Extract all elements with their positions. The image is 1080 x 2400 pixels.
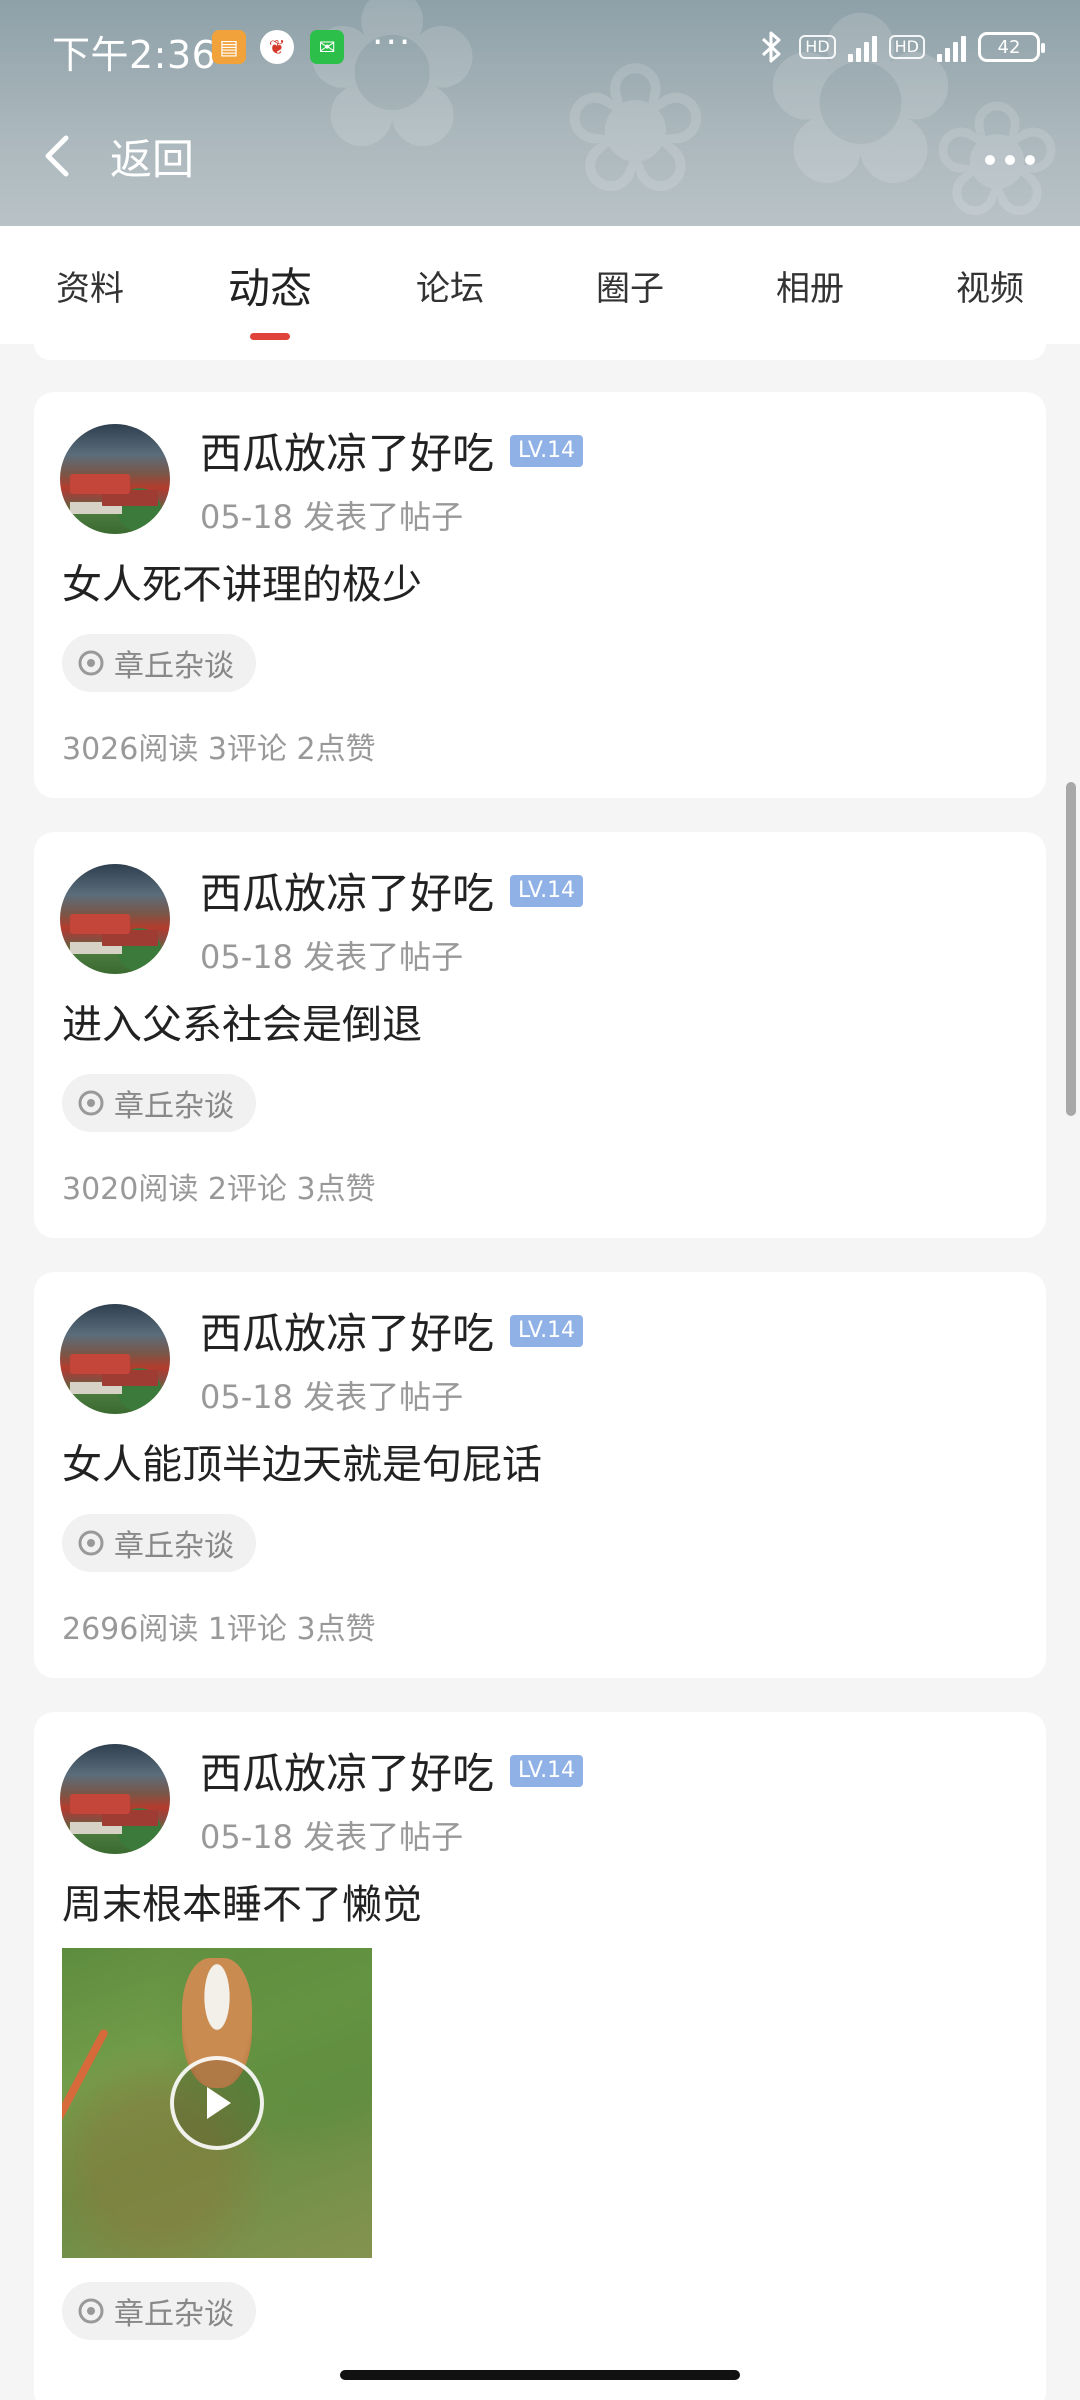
target-icon: [78, 1530, 104, 1556]
signal-5g-icon: [937, 32, 966, 62]
post-title[interactable]: 女人死不讲理的极少: [62, 552, 422, 610]
target-icon: [78, 2298, 104, 2324]
hd-badge: HD: [799, 35, 836, 59]
post-card[interactable]: 西瓜放凉了好吃 LV.14 05-18 发表了帖子 周末根本睡不了懒觉 章丘杂谈: [34, 1712, 1046, 2400]
tab-bar: 资料 动态 论坛 圈子 相册 视频: [0, 226, 1080, 344]
tab-label: 资料: [56, 268, 124, 309]
tab-activity[interactable]: 动态: [180, 226, 360, 344]
status-time: 下午2:36: [52, 33, 217, 77]
notes-app-icon: ▤: [212, 30, 246, 64]
level-badge: LV.14: [510, 434, 584, 467]
avatar[interactable]: [60, 424, 170, 534]
tag-label: 章丘杂谈: [114, 649, 234, 684]
back-label: 返回: [110, 134, 195, 184]
level-badge: LV.14: [510, 1314, 584, 1347]
post-stats: 2696阅读 1评论 3点赞: [62, 1612, 376, 1647]
post-stats: 3020阅读 2评论 3点赞: [62, 1172, 376, 1207]
more-notifications-icon: ···: [372, 22, 413, 63]
avatar[interactable]: [60, 1304, 170, 1414]
tab-label: 相册: [776, 268, 844, 309]
shopping-app-icon: ❦: [260, 30, 294, 64]
activity-feed: 西瓜放凉了好吃 LV.14 05-18 发表了帖子 女人死不讲理的极少 章丘杂谈…: [0, 344, 1080, 2400]
status-right-group: HD HD 42: [757, 30, 1045, 64]
profile-page: ✿ ❀ ✿ ❀ 下午2:36 ▤ ❦ ✉ ··· HD HD 42 返回 资料 …: [0, 0, 1080, 2400]
post-title[interactable]: 周末根本睡不了懒觉: [62, 1872, 422, 1930]
status-bar: 下午2:36 ▤ ❦ ✉ ··· HD HD 42: [0, 0, 1080, 100]
battery-level: 42: [997, 36, 1021, 58]
wechat-icon: ✉: [310, 30, 344, 64]
play-icon: [207, 2087, 231, 2119]
tab-label: 论坛: [416, 268, 484, 309]
tab-album[interactable]: 相册: [720, 226, 900, 344]
topic-tag[interactable]: 章丘杂谈: [62, 1514, 256, 1572]
signal-4g-icon: [847, 32, 877, 62]
video-thumbnail[interactable]: [62, 1948, 372, 2258]
topic-tag[interactable]: 章丘杂谈: [62, 634, 256, 692]
active-tab-indicator: [250, 333, 290, 340]
tag-label: 章丘杂谈: [114, 2297, 234, 2332]
post-title[interactable]: 进入父系社会是倒退: [62, 992, 422, 1050]
avatar[interactable]: [60, 864, 170, 974]
tab-video[interactable]: 视频: [900, 226, 1080, 344]
back-button[interactable]: 返回: [30, 120, 194, 192]
tag-label: 章丘杂谈: [114, 1089, 234, 1124]
author-name[interactable]: 西瓜放凉了好吃: [200, 1300, 494, 1361]
post-stats: 3026阅读 3评论 2点赞: [62, 732, 376, 767]
battery-icon: 42: [978, 32, 1045, 62]
play-button[interactable]: [170, 2056, 264, 2150]
hd-badge-2: HD: [888, 35, 925, 59]
target-icon: [78, 650, 104, 676]
author-row: 西瓜放凉了好吃 LV.14: [200, 1300, 584, 1361]
chevron-left-icon: [45, 135, 69, 177]
author-name[interactable]: 西瓜放凉了好吃: [200, 420, 494, 481]
author-name[interactable]: 西瓜放凉了好吃: [200, 860, 494, 921]
leash-graphic: [62, 2028, 110, 2258]
author-row: 西瓜放凉了好吃 LV.14: [200, 860, 584, 921]
bluetooth-icon: [762, 31, 781, 63]
tab-label: 动态: [227, 263, 312, 313]
target-icon: [78, 1090, 104, 1116]
post-meta: 05-18 发表了帖子: [200, 1818, 464, 1856]
tag-label: 章丘杂谈: [114, 1529, 234, 1564]
tab-label: 视频: [956, 268, 1024, 309]
avatar[interactable]: [60, 1744, 170, 1854]
scrollbar-thumb[interactable]: [1066, 782, 1076, 1116]
tab-forum[interactable]: 论坛: [360, 226, 540, 344]
topic-tag[interactable]: 章丘杂谈: [62, 2282, 256, 2340]
author-row: 西瓜放凉了好吃 LV.14: [200, 420, 584, 481]
tab-circles[interactable]: 圈子: [540, 226, 720, 344]
previous-card-edge: [34, 344, 1046, 360]
post-card[interactable]: 西瓜放凉了好吃 LV.14 05-18 发表了帖子 女人能顶半边天就是句屁话 章…: [34, 1272, 1046, 1678]
topic-tag[interactable]: 章丘杂谈: [62, 1074, 256, 1132]
tab-profile[interactable]: 资料: [0, 226, 180, 344]
more-options-icon[interactable]: [980, 130, 1040, 190]
post-meta: 05-18 发表了帖子: [200, 498, 464, 536]
author-row: 西瓜放凉了好吃 LV.14: [200, 1740, 584, 1801]
home-indicator[interactable]: [340, 2370, 740, 2380]
level-badge: LV.14: [510, 874, 584, 907]
level-badge: LV.14: [510, 1754, 584, 1787]
post-card[interactable]: 西瓜放凉了好吃 LV.14 05-18 发表了帖子 女人死不讲理的极少 章丘杂谈…: [34, 392, 1046, 798]
post-title[interactable]: 女人能顶半边天就是句屁话: [62, 1432, 542, 1490]
post-meta: 05-18 发表了帖子: [200, 938, 464, 976]
author-name[interactable]: 西瓜放凉了好吃: [200, 1740, 494, 1801]
post-card[interactable]: 西瓜放凉了好吃 LV.14 05-18 发表了帖子 进入父系社会是倒退 章丘杂谈…: [34, 832, 1046, 1238]
tab-label: 圈子: [596, 268, 664, 309]
post-meta: 05-18 发表了帖子: [200, 1378, 464, 1416]
